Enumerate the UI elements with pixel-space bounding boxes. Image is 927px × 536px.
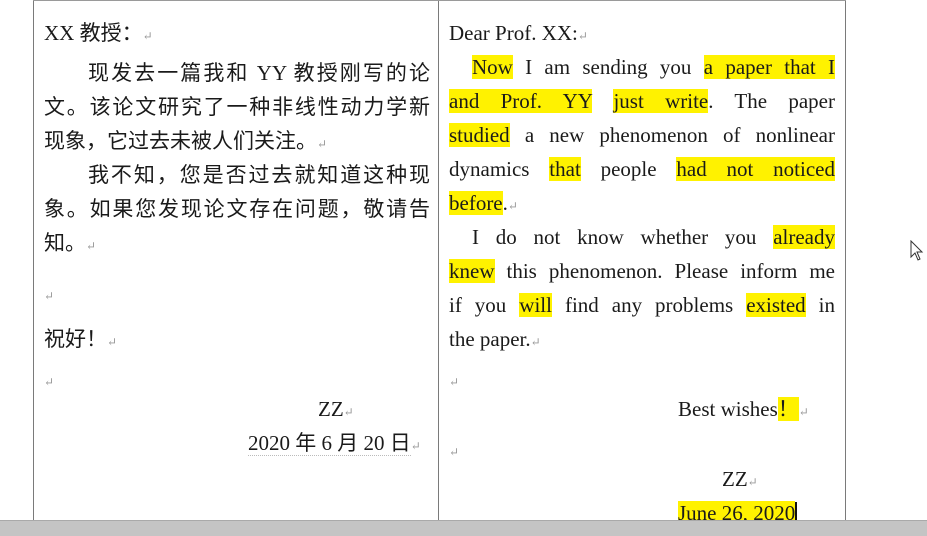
empty-paragraph: ↵ (44, 375, 55, 389)
chinese-paragraph-2-end: 知。↵ (44, 231, 97, 255)
english-paragraph-2: I do not know whether you already knew t… (449, 225, 836, 317)
chinese-paragraph-1: 现发去一篇我和 YY 教授刚写的论 文。该论文研究了一种非线性动力学新 (44, 61, 430, 119)
english-signature: ZZ↵ (722, 467, 758, 491)
english-greeting: Dear Prof. XX:↵ (449, 21, 588, 45)
chinese-greeting: XX 教授：↵ (44, 21, 153, 45)
empty-paragraph: ↵ (44, 289, 55, 303)
chinese-signature: ZZ↵ (318, 397, 354, 421)
chinese-closing: 祝好！↵ (44, 327, 118, 351)
empty-paragraph: ↵ (449, 375, 460, 389)
chinese-letter-cell[interactable]: XX 教授：↵ 现发去一篇我和 YY 教授刚写的论 文。该论文研究了一种非线性动… (34, 0, 438, 520)
horizontal-scrollbar[interactable] (0, 520, 927, 536)
english-letter-cell[interactable]: Dear Prof. XX:↵ Now I am sending you a p… (439, 0, 845, 520)
english-paragraph-1-end: before.↵ (449, 191, 518, 215)
paragraph-mark-icon: ↵ (142, 29, 153, 43)
mouse-cursor-icon (910, 240, 924, 261)
text-caret (795, 502, 798, 520)
chinese-paragraph-1-end: 现象，它过去未被人们关注。↵ (44, 129, 328, 153)
table-border-right (845, 0, 846, 520)
empty-paragraph: ↵ (449, 445, 460, 459)
english-paragraph-1: Now I am sending you a paper that I and … (449, 55, 835, 181)
chinese-date: 2020 年 6 月 20 日↵ (248, 431, 421, 456)
chinese-paragraph-2: 我不知，您是否过去就知道这种现 象。如果您发现论文存在问题，敬请告 (44, 163, 430, 221)
english-date: June 26, 2020 (678, 496, 798, 520)
english-closing: Best wishes！↵ (678, 397, 809, 421)
english-paragraph-2-end: the paper.↵ (449, 327, 541, 351)
